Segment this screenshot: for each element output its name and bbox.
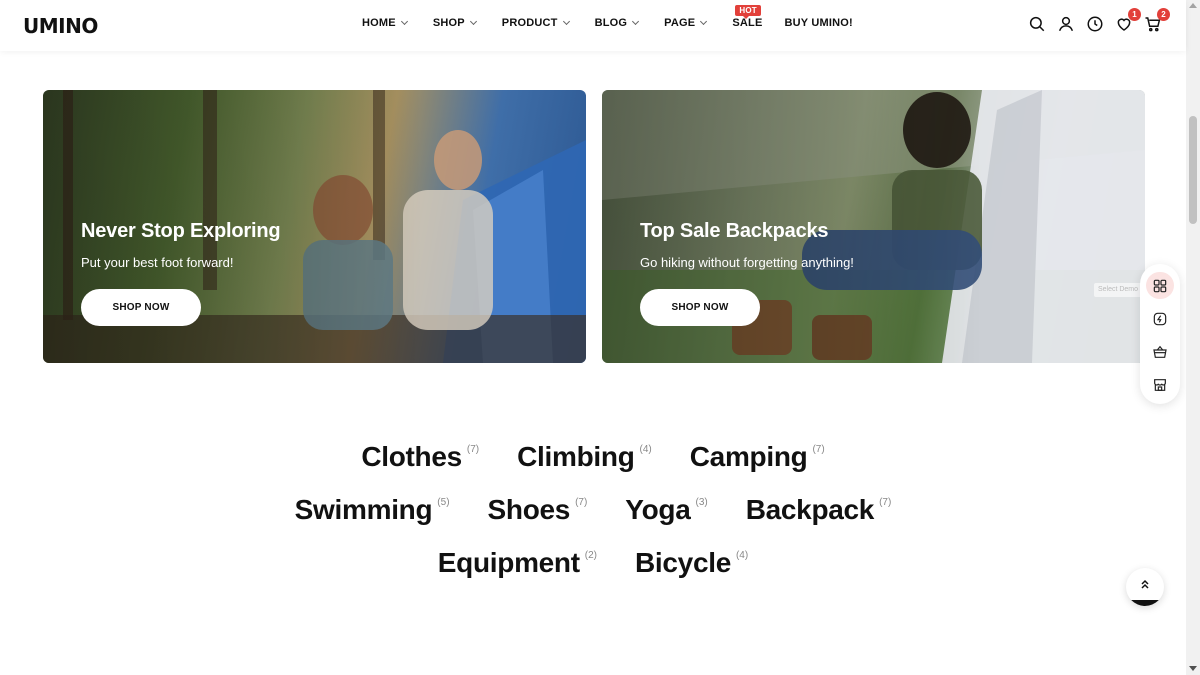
category-count: (4)	[639, 444, 652, 455]
banner-never-stop-exploring[interactable]: Never Stop Exploring Put your best foot …	[43, 90, 586, 363]
category-count: (5)	[437, 497, 450, 508]
wishlist-count: 1	[1128, 8, 1141, 21]
logo[interactable]: UMINO	[23, 14, 98, 38]
double-chevron-up-icon	[1141, 579, 1149, 589]
category-name: Swimming	[294, 494, 433, 525]
category-name: Climbing	[517, 441, 635, 472]
side-toolbar-tooltip: Select Demo	[1094, 283, 1142, 297]
main-nav: HOME SHOP PRODUCT BLOG PAGE HOT SALE BUY…	[362, 5, 879, 29]
page: UMINO HOME SHOP PRODUCT BLOG PAGE HOT SA…	[0, 0, 1200, 675]
cart-icon[interactable]: 2	[1144, 8, 1170, 35]
buy-icon[interactable]	[1146, 305, 1174, 332]
category-clothes[interactable]: Clothes (7)	[361, 440, 479, 474]
page-scrollbar[interactable]	[1186, 0, 1200, 675]
nav-label: BUY UMINO!	[784, 17, 853, 29]
heart-icon[interactable]: 1	[1115, 8, 1141, 35]
nav-home[interactable]: HOME	[362, 17, 408, 29]
category-name: Camping	[689, 441, 808, 472]
banner-subtitle: Go hiking without forgetting anything!	[640, 255, 854, 270]
nav-sale[interactable]: HOT SALE	[732, 5, 762, 29]
category-count: (4)	[735, 550, 749, 561]
shop-now-button[interactable]: SHOP NOW	[640, 289, 760, 326]
hot-badge: HOT	[735, 5, 761, 19]
nav-buy-umino[interactable]: BUY UMINO!	[784, 17, 852, 29]
banner-title: Top Sale Backpacks	[640, 220, 829, 242]
nav-label: SHOP	[432, 17, 465, 29]
category-count: (7)	[575, 497, 588, 508]
store-icon[interactable]	[1146, 371, 1174, 398]
side-toolbar	[1140, 264, 1180, 404]
demos-icon[interactable]	[1146, 272, 1174, 299]
scroll-down-icon[interactable]	[1189, 666, 1197, 671]
nav-label: PRODUCT	[501, 17, 558, 29]
user-icon[interactable]	[1057, 15, 1077, 35]
scroll-thumb[interactable]	[1189, 116, 1197, 224]
chevron-down-icon	[700, 17, 708, 26]
chevron-down-icon	[632, 17, 640, 26]
category-swimming[interactable]: Swimming (5)	[295, 493, 450, 527]
category-camping[interactable]: Camping (7)	[690, 440, 825, 474]
category-equipment[interactable]: Equipment (2)	[438, 546, 597, 580]
category-shoes[interactable]: Shoes (7)	[488, 493, 588, 527]
clock-icon[interactable]	[1086, 15, 1106, 35]
category-count: (2)	[584, 550, 597, 561]
category-backpack[interactable]: Backpack (7)	[746, 493, 892, 527]
nav-label: PAGE	[664, 17, 696, 29]
category-name: Equipment	[437, 547, 580, 578]
back-to-top-button[interactable]	[1126, 568, 1164, 606]
banner-top-sale-backpacks[interactable]: Top Sale Backpacks Go hiking without for…	[602, 90, 1145, 363]
site-header: UMINO HOME SHOP PRODUCT BLOG PAGE HOT SA…	[0, 0, 1186, 51]
category-row: Clothes (7) Climbing (4) Camping (7)	[0, 440, 1186, 493]
category-name: Yoga	[625, 494, 691, 525]
category-count: (7)	[879, 497, 892, 508]
chevron-down-icon	[469, 17, 477, 26]
search-icon[interactable]	[1028, 15, 1048, 35]
header-icons: 1 2	[1019, 8, 1170, 35]
category-name: Bicycle	[635, 547, 731, 578]
basket-icon[interactable]	[1146, 338, 1174, 365]
category-cloud: Clothes (7) Climbing (4) Camping (7) Swimmi…	[0, 440, 1186, 599]
category-climbing[interactable]: Climbing (4)	[517, 440, 652, 474]
nav-product[interactable]: PRODUCT	[501, 17, 570, 29]
scroll-up-icon[interactable]	[1189, 3, 1197, 8]
nav-label: HOME	[362, 17, 396, 29]
banner-subtitle: Put your best foot forward!	[81, 255, 234, 270]
chevron-down-icon	[400, 17, 408, 26]
category-name: Backpack	[745, 494, 875, 525]
category-name: Shoes	[487, 494, 571, 525]
shop-now-button[interactable]: SHOP NOW	[81, 289, 201, 326]
category-count: (7)	[466, 444, 480, 455]
category-yoga[interactable]: Yoga (3)	[625, 493, 707, 527]
cart-count: 2	[1157, 8, 1170, 21]
category-row: Swimming (5) Shoes (7) Yoga (3) Backpack (7)	[0, 493, 1186, 546]
category-name: Clothes	[361, 441, 462, 472]
banner-title: Never Stop Exploring	[81, 220, 281, 242]
nav-shop[interactable]: SHOP	[432, 17, 477, 29]
nav-blog[interactable]: BLOG	[594, 17, 640, 29]
chevron-down-icon	[562, 17, 570, 26]
nav-page[interactable]: PAGE	[664, 17, 708, 29]
category-count: (3)	[695, 497, 708, 508]
category-bicycle[interactable]: Bicycle (4)	[635, 546, 748, 580]
nav-label: BLOG	[594, 17, 628, 29]
category-row: Equipment (2) Bicycle (4)	[0, 546, 1186, 599]
category-count: (7)	[812, 444, 825, 455]
